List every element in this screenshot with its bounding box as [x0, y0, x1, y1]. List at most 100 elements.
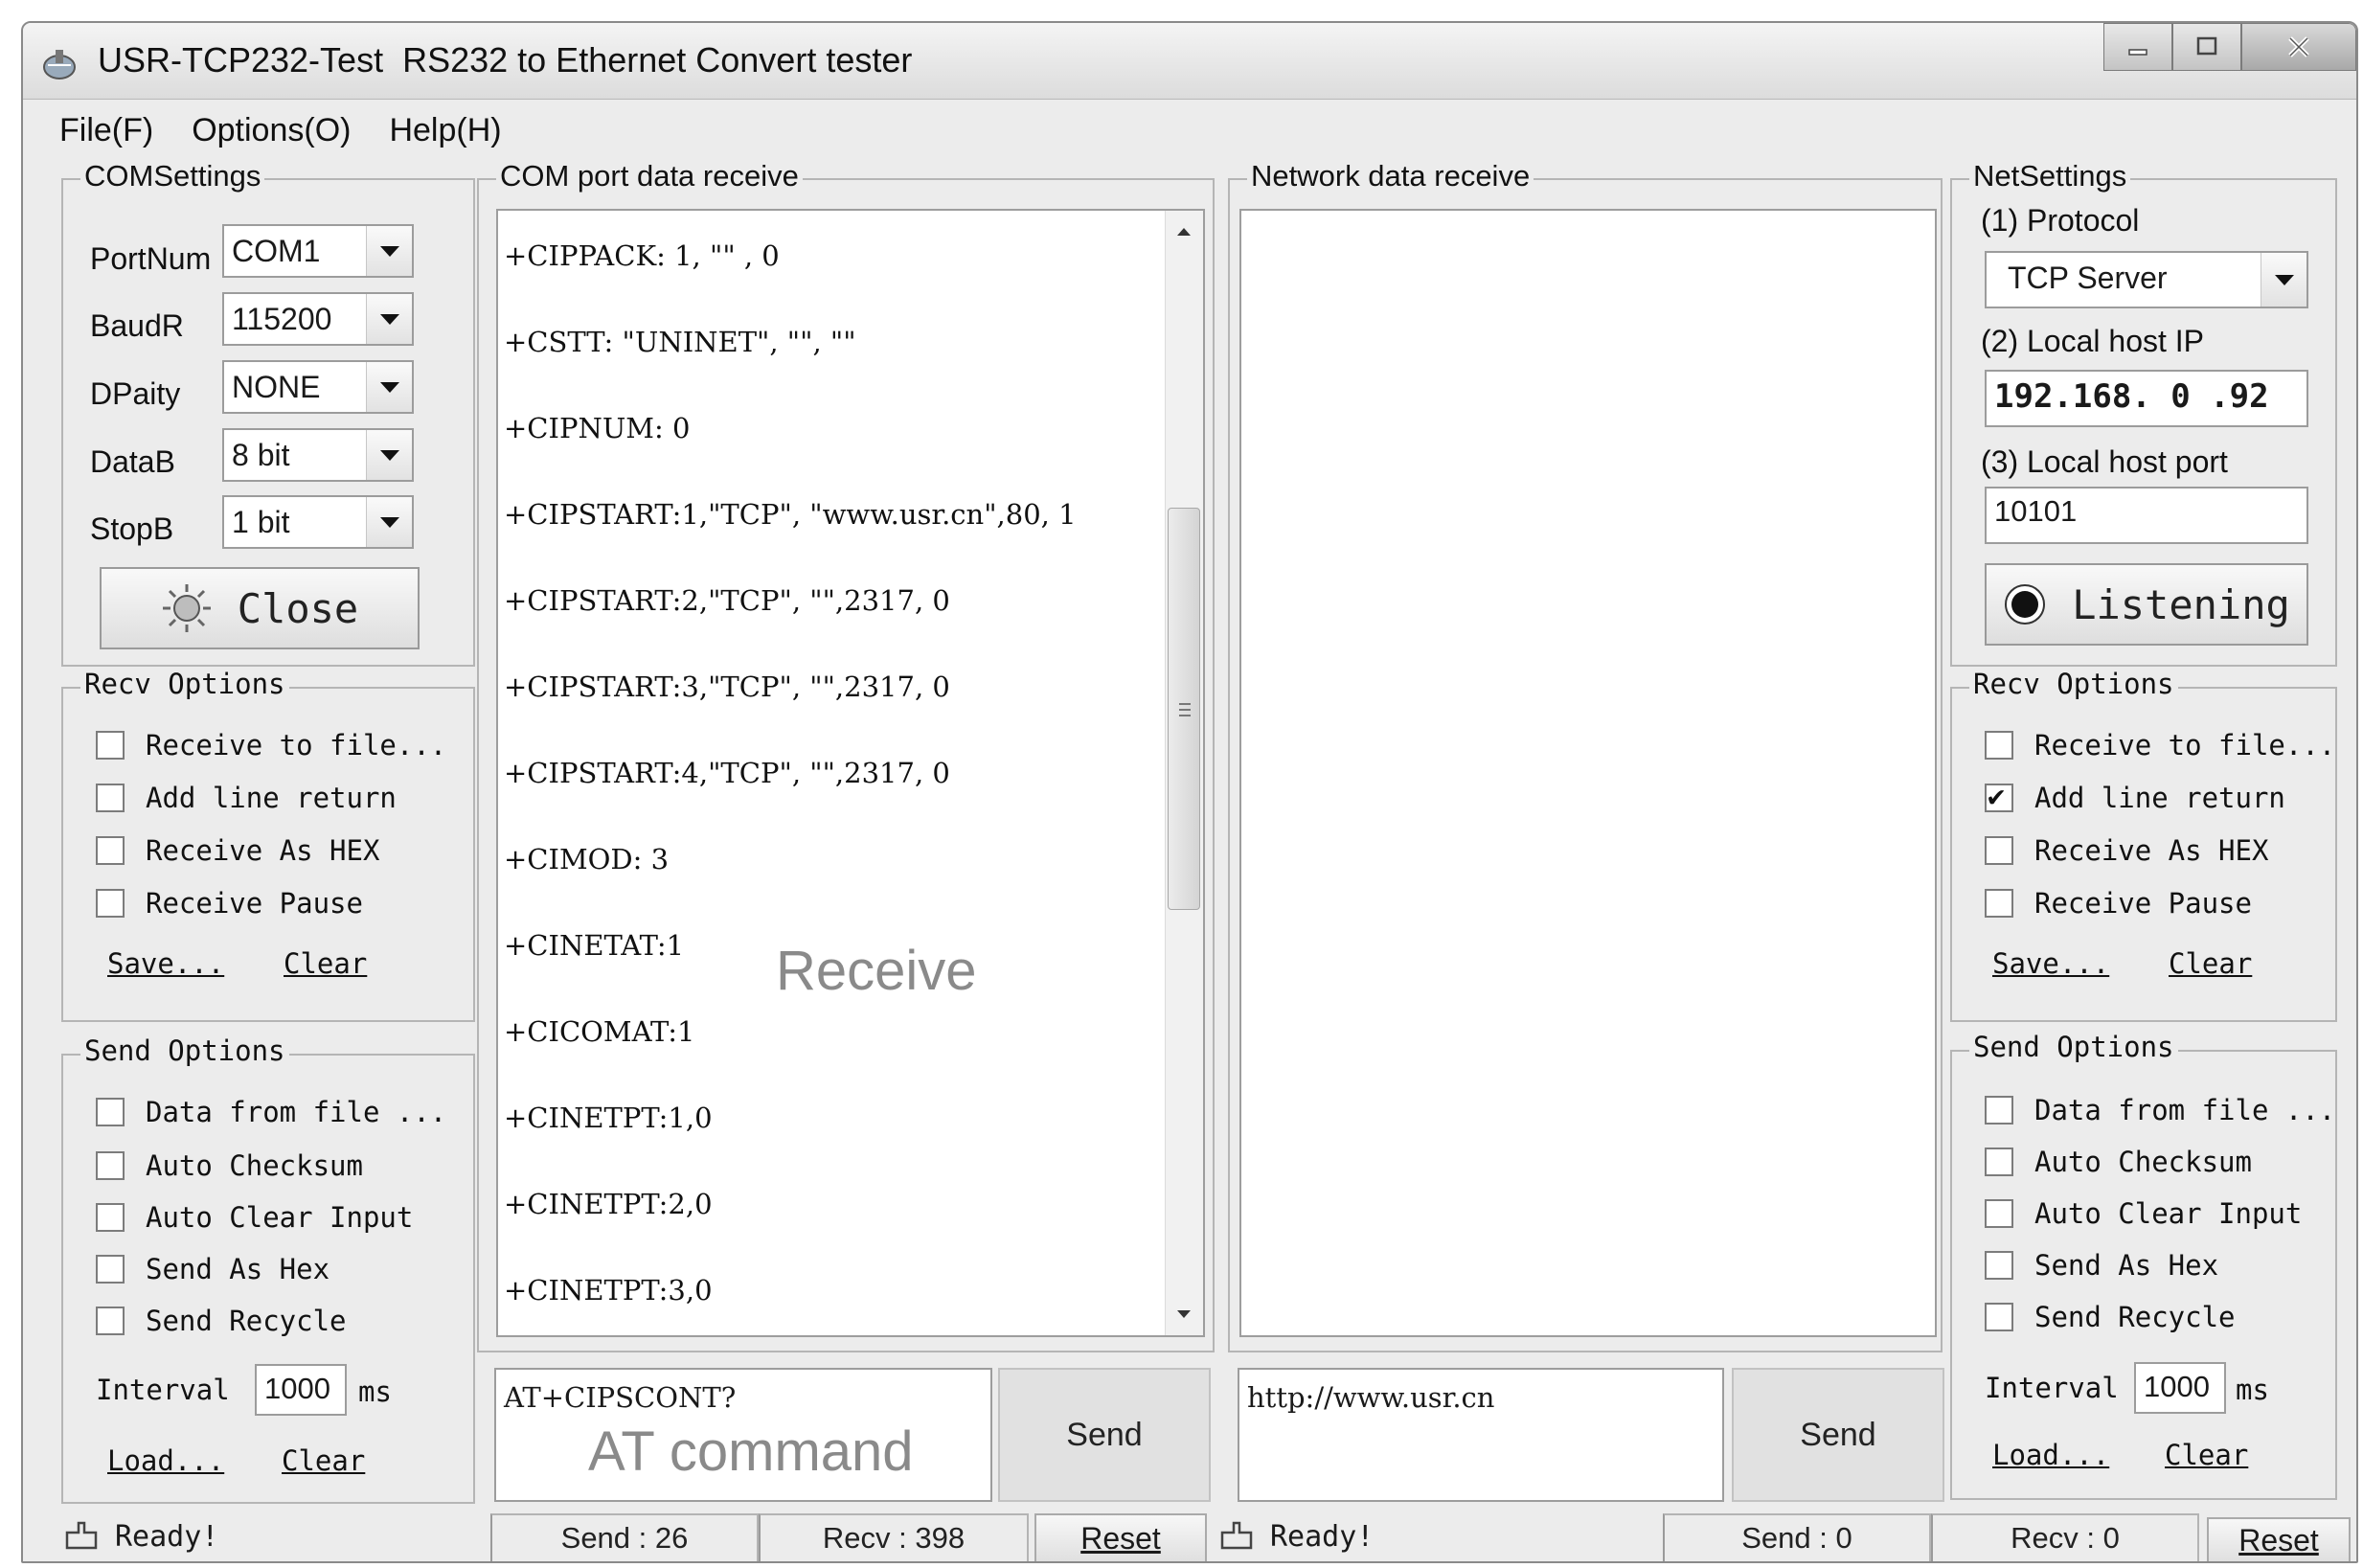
listening-button[interactable]: Listening	[1985, 563, 2308, 646]
protocol-select[interactable]: TCP Server	[1985, 251, 2308, 308]
com-send-recycle-option[interactable]: Send Recycle	[96, 1305, 347, 1337]
minimize-button[interactable]	[2103, 23, 2172, 71]
net-receive-pause-option[interactable]: Receive Pause	[1985, 887, 2252, 920]
net-auto-clear-input-option[interactable]: Auto Clear Input	[1985, 1197, 2302, 1230]
com-recv-clear-link[interactable]: Clear	[284, 947, 367, 980]
com-recv-save-link[interactable]: Save...	[107, 947, 224, 980]
chevron-down-icon[interactable]	[366, 294, 412, 344]
net-data-from-file-option[interactable]: Data from file ...	[1985, 1094, 2335, 1126]
com-send-options-group: Send Options Data from file ... Auto Che…	[61, 1034, 475, 1504]
net-interval-input[interactable]: 1000	[2134, 1362, 2226, 1414]
portnum-value: COM1	[232, 234, 321, 268]
net-interval-unit: ms	[2236, 1374, 2269, 1406]
option-label: Send As Hex	[2034, 1249, 2219, 1282]
com-interval-input[interactable]: 1000	[255, 1364, 347, 1416]
checkbox[interactable]	[96, 731, 125, 760]
net-send-as-hex-option[interactable]: Send As Hex	[1985, 1249, 2218, 1282]
com-receive-textarea[interactable]: +CIPPACK: 1, "" , 0 +CSTT: "UNINET", "", …	[496, 209, 1205, 1337]
scroll-thumb[interactable]	[1168, 508, 1200, 910]
close-port-button[interactable]: Close	[100, 567, 420, 649]
net-send-clear-link[interactable]: Clear	[2165, 1439, 2248, 1471]
net-recv-clear-link[interactable]: Clear	[2169, 947, 2252, 980]
checkbox[interactable]	[1985, 889, 2013, 918]
chevron-down-icon[interactable]	[366, 430, 412, 480]
net-reset-button[interactable]: Reset	[2207, 1517, 2351, 1561]
net-send-recycle-option[interactable]: Send Recycle	[1985, 1301, 2236, 1333]
com-settings-title: COMSettings	[80, 159, 265, 193]
com-send-clear-link[interactable]: Clear	[282, 1444, 365, 1477]
datab-select[interactable]: 8 bit	[222, 428, 414, 482]
net-recv-options-group: Recv Options Receive to file... Add line…	[1950, 668, 2337, 1022]
checkbox[interactable]	[96, 1151, 125, 1180]
checkbox[interactable]	[1985, 1096, 2013, 1125]
menu-options[interactable]: Options(O)	[192, 112, 351, 149]
scroll-down-icon[interactable]	[1166, 1299, 1202, 1331]
chevron-down-icon[interactable]	[366, 497, 412, 547]
com-reset-button[interactable]: Reset	[1034, 1513, 1207, 1561]
checkbox[interactable]	[96, 1255, 125, 1284]
baudr-select[interactable]: 115200	[222, 292, 414, 346]
checkbox[interactable]	[96, 1098, 125, 1126]
checkbox[interactable]	[96, 1203, 125, 1232]
net-receive-as-hex-option[interactable]: Receive As HEX	[1985, 834, 2268, 867]
com-auto-clear-input-option[interactable]: Auto Clear Input	[96, 1201, 413, 1234]
scroll-up-icon[interactable]	[1166, 215, 1202, 247]
receive-line: +CIPNUM: 0	[504, 412, 691, 444]
net-receive-to-file-option[interactable]: Receive to file...	[1985, 729, 2335, 761]
com-status: Ready!	[63, 1519, 218, 1554]
receive-line: +CIPSTART:1,"TCP", "www.usr.cn",80, 1	[504, 498, 1077, 531]
chevron-down-icon[interactable]	[2261, 253, 2306, 307]
close-window-button[interactable]	[2241, 23, 2356, 71]
com-receive-title: COM port data receive	[496, 159, 803, 193]
com-send-button[interactable]: Send	[998, 1368, 1211, 1502]
com-receive-scrollbar[interactable]	[1165, 211, 1203, 1335]
com-data-from-file-option[interactable]: Data from file ...	[96, 1096, 446, 1128]
checkbox[interactable]	[96, 889, 125, 918]
checkbox[interactable]	[96, 1307, 125, 1335]
net-auto-checksum-option[interactable]: Auto Checksum	[1985, 1146, 2252, 1178]
stopb-select[interactable]: 1 bit	[222, 495, 414, 549]
menu-help[interactable]: Help(H)	[389, 112, 501, 149]
checkbox[interactable]	[1985, 1199, 2013, 1228]
com-receive-as-hex-option[interactable]: Receive As HEX	[96, 834, 379, 867]
net-recv-count: Recv : 0	[1931, 1513, 2199, 1561]
net-send-input[interactable]: http://www.usr.cn	[1238, 1368, 1724, 1502]
receive-line: +CICOMAT:1	[504, 1015, 695, 1048]
maximize-button[interactable]	[2172, 23, 2241, 71]
net-send-load-link[interactable]: Load...	[1992, 1439, 2109, 1471]
checkbox[interactable]	[1985, 1303, 2013, 1331]
protocol-value: TCP Server	[2008, 261, 2168, 295]
net-receive-textarea[interactable]	[1239, 209, 1937, 1337]
net-status-text: Ready!	[1270, 1519, 1375, 1554]
option-label: Add line return	[2034, 782, 2285, 814]
chevron-down-icon[interactable]	[366, 226, 412, 276]
portnum-select[interactable]: COM1	[222, 224, 414, 278]
dpaity-select[interactable]: NONE	[222, 360, 414, 414]
at-command-input[interactable]: AT+CIPSCONT? AT command	[494, 1368, 992, 1502]
com-send-load-link[interactable]: Load...	[107, 1444, 224, 1477]
title-bar: USR-TCP232-Test RS232 to Ethernet Conver…	[23, 23, 2356, 100]
com-auto-checksum-option[interactable]: Auto Checksum	[96, 1149, 363, 1182]
com-add-line-return-option[interactable]: Add line return	[96, 782, 397, 814]
net-recv-save-link[interactable]: Save...	[1992, 947, 2109, 980]
com-receive-to-file-option[interactable]: Receive to file...	[96, 729, 446, 761]
checkbox[interactable]	[1985, 731, 2013, 760]
checkbox[interactable]	[1985, 836, 2013, 865]
local-ip-input[interactable]: 192.168. 0 .92	[1985, 370, 2308, 427]
checkbox[interactable]	[96, 784, 125, 812]
checkbox[interactable]	[1985, 1251, 2013, 1280]
checkbox[interactable]	[96, 836, 125, 865]
dpaity-value: NONE	[232, 370, 321, 404]
net-send-button[interactable]: Send	[1732, 1368, 1944, 1502]
com-recv-count: Recv : 398	[759, 1513, 1029, 1561]
local-port-input[interactable]: 10101	[1985, 487, 2308, 544]
com-receive-pause-option[interactable]: Receive Pause	[96, 887, 363, 920]
net-add-line-return-option[interactable]: Add line return	[1985, 780, 2285, 814]
menu-file[interactable]: File(F)	[59, 112, 153, 149]
checkbox-checked[interactable]	[1985, 780, 2013, 813]
com-interval-label: Interval	[96, 1374, 230, 1406]
chevron-down-icon[interactable]	[366, 362, 412, 412]
com-send-as-hex-option[interactable]: Send As Hex	[96, 1253, 329, 1285]
checkbox[interactable]	[1985, 1148, 2013, 1176]
net-settings-group: NetSettings (1) Protocol TCP Server (2) …	[1950, 159, 2337, 667]
